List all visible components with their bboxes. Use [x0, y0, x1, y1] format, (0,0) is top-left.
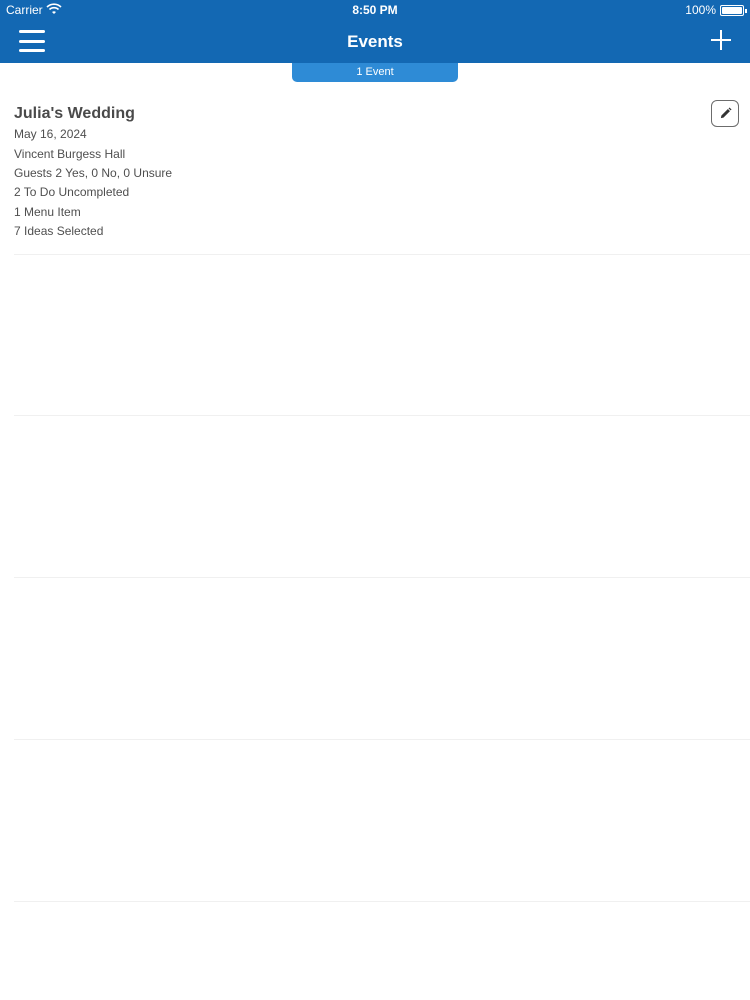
row-divider [14, 901, 750, 902]
status-time: 8:50 PM [352, 3, 398, 17]
battery-percent: 100% [685, 3, 716, 17]
pencil-icon [720, 107, 732, 119]
event-title: Julia's Wedding [14, 105, 135, 122]
event-count-badge: 1 Event [292, 63, 458, 82]
row-divider [14, 739, 750, 740]
edit-event-button[interactable] [711, 100, 739, 127]
event-todos: 2 To Do Uncompleted [14, 185, 130, 199]
event-list-item[interactable]: Julia's Wedding May 16, 2024 Vincent Bur… [0, 95, 750, 255]
nav-bar: Events [0, 20, 750, 63]
event-venue: Vincent Burgess Hall [14, 147, 126, 161]
row-divider [14, 254, 750, 255]
event-date: May 16, 2024 [14, 127, 87, 141]
page-title: Events [347, 32, 403, 51]
event-guests: Guests 2 Yes, 0 No, 0 Unsure [14, 166, 173, 180]
plus-icon[interactable] [710, 29, 732, 51]
event-menu: 1 Menu Item [14, 205, 81, 219]
top-bar: Carrier 8:50 PM 100% Events [0, 0, 750, 63]
battery-icon [720, 5, 747, 16]
event-ideas: 7 Ideas Selected [14, 224, 104, 238]
row-divider [14, 577, 750, 578]
status-bar: Carrier 8:50 PM 100% [0, 0, 750, 20]
row-divider [14, 415, 750, 416]
